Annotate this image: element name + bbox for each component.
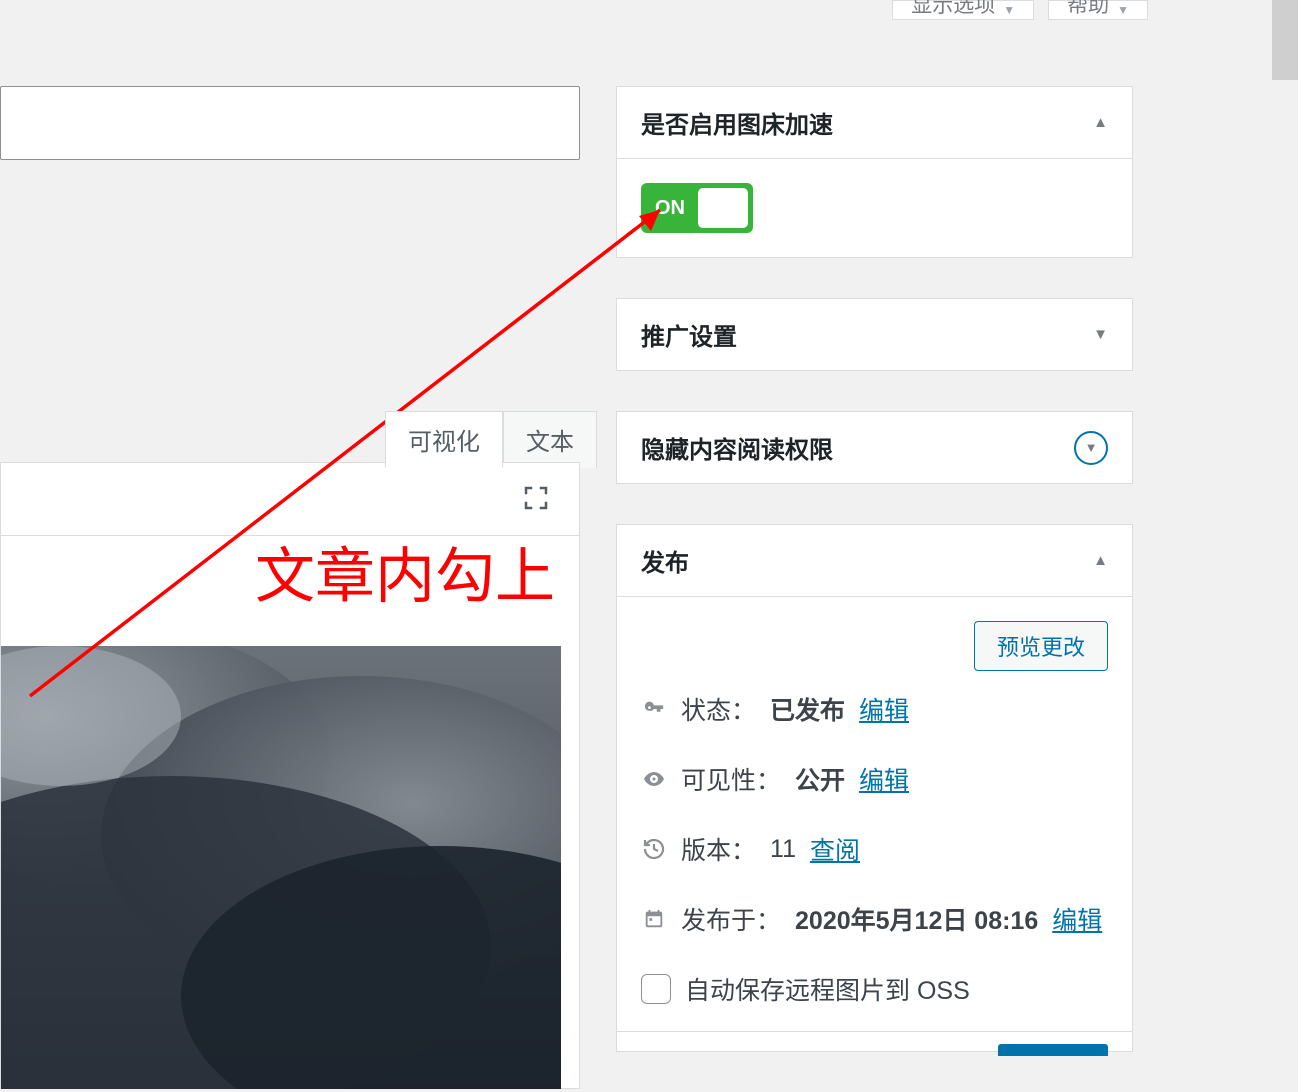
publish-actions-bar bbox=[617, 1031, 1132, 1051]
preview-changes-button[interactable]: 预览更改 bbox=[974, 621, 1108, 671]
edit-status-link[interactable]: 编辑 bbox=[859, 691, 909, 727]
published-on-value: 2020年5月12日 08:16 bbox=[795, 901, 1038, 937]
autosave-remote-label: 自动保存远程图片到 OSS bbox=[685, 971, 970, 1007]
panel-publish: 发布 ▲ 预览更改 状态： 已发布 编辑 可见性： 公开 编辑 版本 bbox=[616, 524, 1133, 1052]
panel-promotion-settings: 推广设置 ▼ bbox=[616, 298, 1133, 371]
panel-header-promotion[interactable]: 推广设置 ▼ bbox=[617, 299, 1132, 370]
image-acceleration-toggle[interactable]: ON bbox=[641, 183, 753, 233]
update-button[interactable] bbox=[998, 1044, 1108, 1056]
scrollbar-thumb[interactable] bbox=[1272, 0, 1298, 80]
revisions-value: 11 bbox=[770, 835, 796, 864]
autosave-remote-row: 自动保存远程图片到 OSS bbox=[617, 971, 1132, 1031]
panel-title: 是否启用图床加速 bbox=[641, 105, 833, 140]
chevron-up-icon: ▲ bbox=[1093, 552, 1108, 569]
eye-icon bbox=[641, 767, 667, 791]
editor-toolbar bbox=[0, 462, 580, 536]
edit-publish-date-link[interactable]: 编辑 bbox=[1052, 901, 1102, 937]
visibility-value: 公开 bbox=[795, 761, 845, 797]
chevron-down-icon: ▼ bbox=[1117, 3, 1129, 17]
edit-visibility-link[interactable]: 编辑 bbox=[859, 761, 909, 797]
autosave-remote-checkbox[interactable] bbox=[641, 974, 671, 1004]
screen-options-label: 显示选项 bbox=[911, 0, 995, 19]
panel-header-hidden-perm[interactable]: 隐藏内容阅读权限 ▼ bbox=[617, 412, 1132, 483]
status-label: 状态： bbox=[681, 691, 756, 727]
editor-content-area[interactable] bbox=[0, 536, 580, 1089]
panel-header-publish[interactable]: 发布 ▲ bbox=[617, 525, 1132, 597]
annotation-text: 文章内勾上 bbox=[255, 528, 555, 615]
content-image bbox=[1, 646, 561, 1089]
editor-tab-visual[interactable]: 可视化 bbox=[385, 411, 503, 468]
publish-status-row: 状态： 已发布 编辑 bbox=[617, 691, 1132, 761]
editor-tab-text[interactable]: 文本 bbox=[503, 411, 597, 468]
published-on-label: 发布于： bbox=[681, 901, 781, 937]
panel-title: 隐藏内容阅读权限 bbox=[641, 430, 833, 465]
toggle-on-label: ON bbox=[655, 197, 685, 220]
publish-visibility-row: 可见性： 公开 编辑 bbox=[617, 761, 1132, 831]
panel-hidden-content-permission: 隐藏内容阅读权限 ▼ bbox=[616, 411, 1133, 484]
revisions-label: 版本： bbox=[681, 831, 756, 867]
view-revisions-link[interactable]: 查阅 bbox=[810, 831, 860, 867]
toggle-handle bbox=[698, 188, 748, 228]
chevron-up-icon: ▲ bbox=[1093, 114, 1108, 131]
panel-image-acceleration: 是否启用图床加速 ▲ ON bbox=[616, 86, 1133, 258]
post-title-input[interactable] bbox=[0, 86, 580, 160]
panel-title: 推广设置 bbox=[641, 317, 737, 352]
publish-revisions-row: 版本： 11 查阅 bbox=[617, 831, 1132, 901]
status-value: 已发布 bbox=[770, 691, 845, 727]
key-icon bbox=[641, 698, 667, 720]
help-button[interactable]: 帮助 ▼ bbox=[1048, 0, 1148, 20]
visibility-label: 可见性： bbox=[681, 761, 781, 797]
help-label: 帮助 bbox=[1067, 0, 1109, 19]
chevron-down-icon: ▼ bbox=[1003, 3, 1015, 17]
screen-options-button[interactable]: 显示选项 ▼ bbox=[892, 0, 1034, 20]
fullscreen-icon[interactable] bbox=[521, 483, 551, 513]
chevron-down-icon: ▼ bbox=[1093, 326, 1108, 343]
chevron-down-circle-icon: ▼ bbox=[1074, 431, 1108, 465]
history-icon bbox=[641, 837, 667, 861]
panel-title: 发布 bbox=[641, 543, 689, 578]
publish-date-row: 发布于： 2020年5月12日 08:16 编辑 bbox=[617, 901, 1132, 971]
calendar-icon bbox=[641, 908, 667, 930]
panel-header-image-acceleration[interactable]: 是否启用图床加速 ▲ bbox=[617, 87, 1132, 159]
